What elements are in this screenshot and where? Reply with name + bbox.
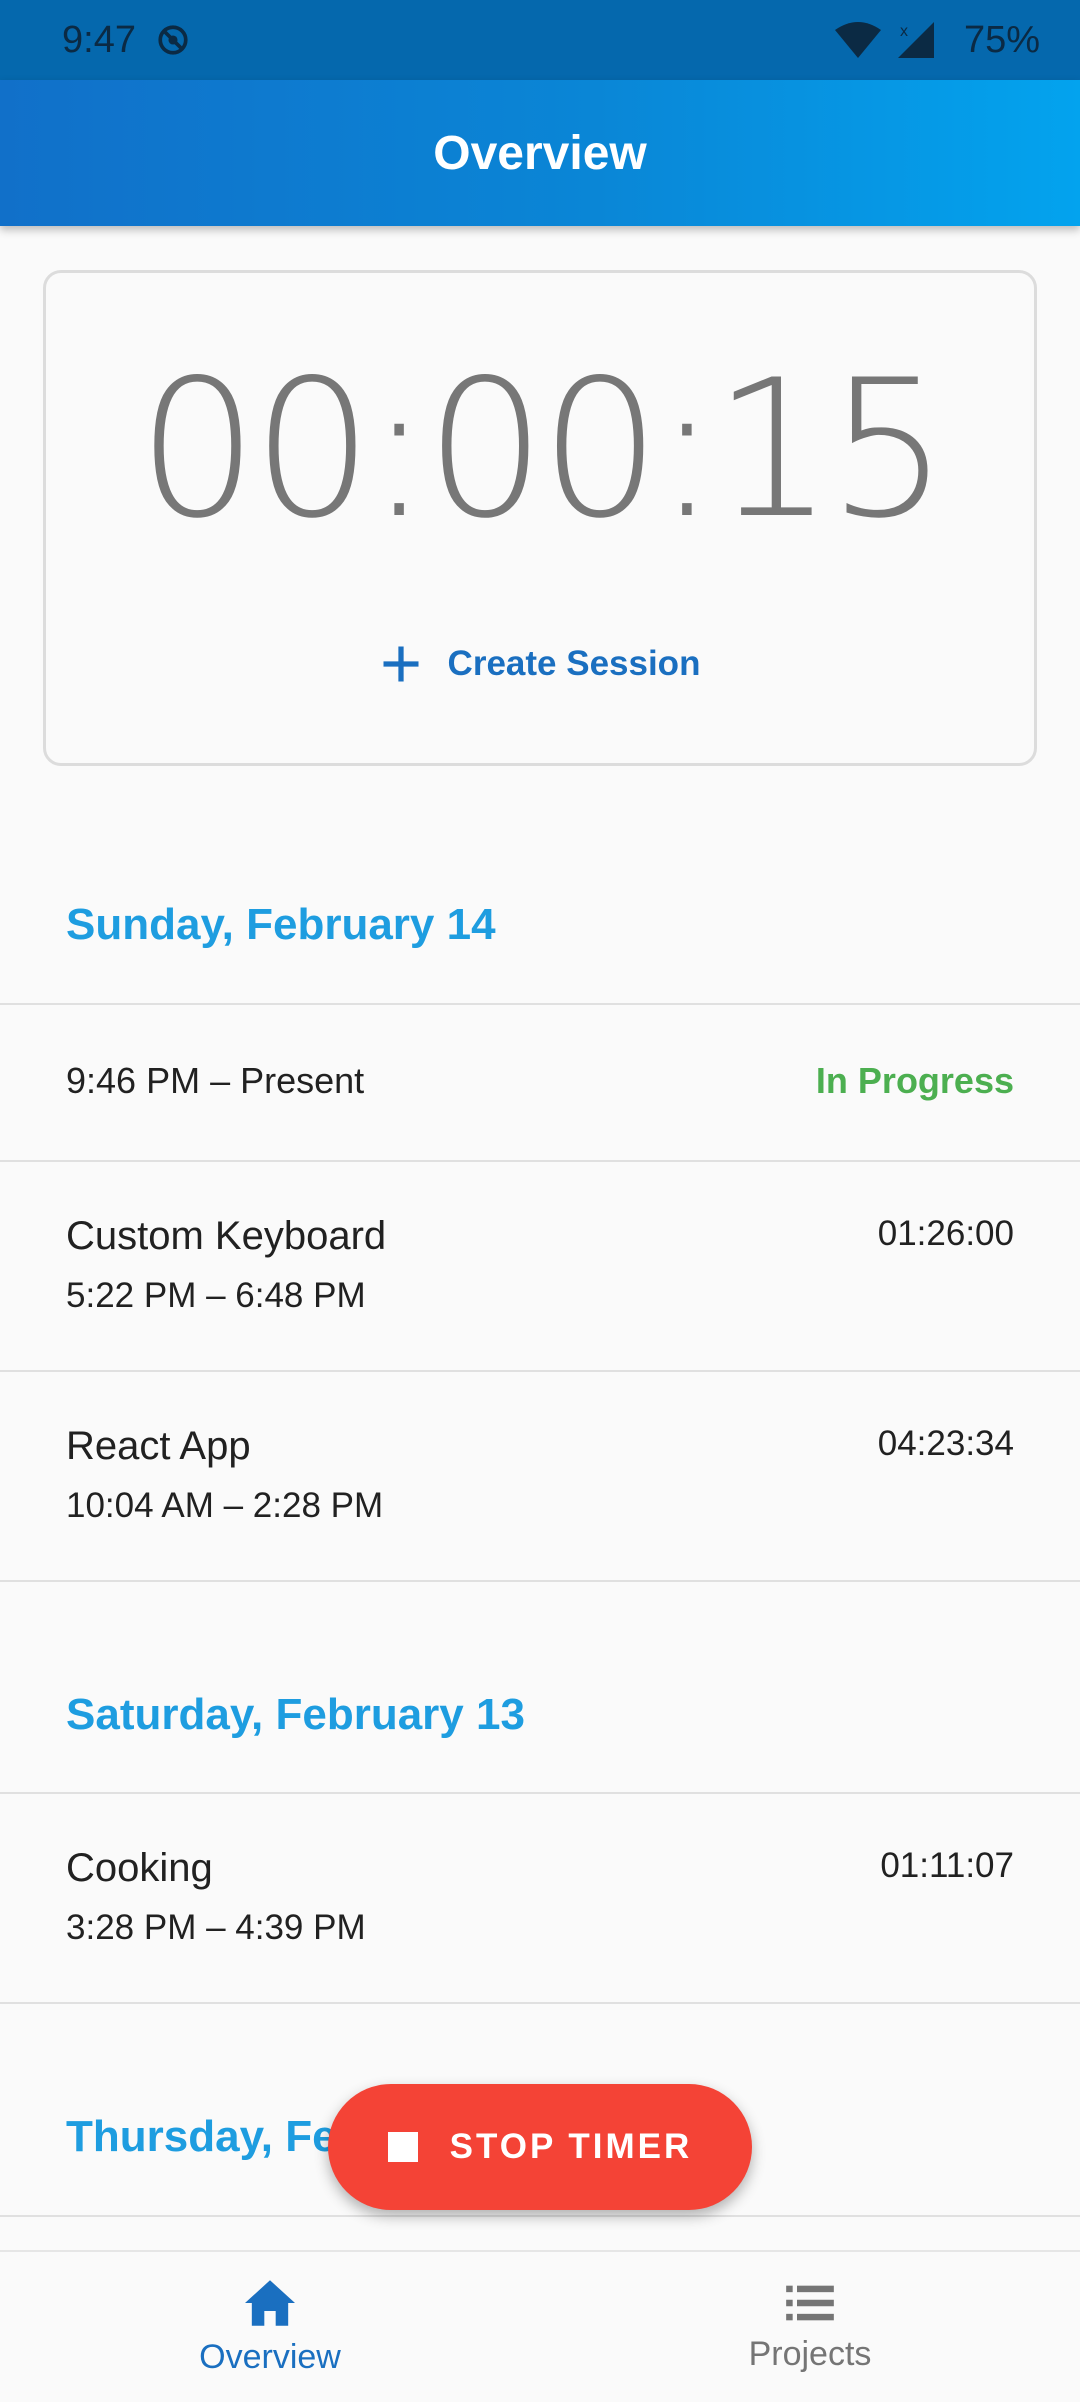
timer-card: 00:00:15 Create Session [43,270,1037,766]
do-not-disturb-icon [158,25,188,55]
session-duration: 01:26:00 [877,1214,1014,1253]
stop-timer-button[interactable]: STOP TIMER [328,2084,752,2210]
session-time-range: 5:22 PM – 6:48 PM [66,1276,366,1315]
page-title: Overview [433,126,647,180]
svg-text:x: x [900,23,908,40]
session-time-range: 3:28 PM – 4:39 PM [66,1908,366,1947]
stop-timer-label: STOP TIMER [449,2127,693,2166]
timer-display: 00:00:15 [137,339,948,560]
nav-item-overview[interactable]: Overview [0,2252,540,2402]
status-time: 9:47 [62,18,136,61]
session-title: Custom Keyboard [66,1214,387,1258]
nav-label-projects: Projects [748,2334,872,2373]
session-duration: 04:23:34 [877,1424,1014,1463]
section-header-sunday: Sunday, February 14 [66,900,496,949]
nav-item-projects[interactable]: Projects [540,2252,1080,2402]
status-bar: 9:47 x 75% [0,0,1080,80]
wifi-icon [834,22,881,58]
app-bar: Overview [0,80,1080,226]
divider [0,1580,1080,1582]
create-session-button[interactable]: Create Session [46,643,1034,685]
session-row-react-app[interactable]: React App 10:04 AM – 2:28 PM 04:23:34 [0,1372,1080,1580]
session-time-range: 9:46 PM – Present [66,1060,365,1101]
stop-icon [387,2132,418,2162]
home-icon [245,2279,295,2326]
status-badge: In Progress [815,1060,1014,1101]
battery-level: 75% [963,18,1040,61]
session-row-cooking[interactable]: Cooking 3:28 PM – 4:39 PM 01:11:07 [0,1794,1080,2002]
session-title: Cooking [66,1846,213,1890]
cell-signal-icon: x [897,22,934,58]
section-header-saturday: Saturday, February 13 [66,1690,525,1739]
session-row-custom-keyboard[interactable]: Custom Keyboard 5:22 PM – 6:48 PM 01:26:… [0,1162,1080,1370]
list-icon [786,2285,834,2320]
session-title: React App [66,1424,251,1468]
plus-icon [383,646,419,682]
session-row-in-progress[interactable]: 9:46 PM – Present In Progress [0,1005,1080,1160]
bottom-navigation: Overview Projects [0,2250,1080,2402]
divider [0,2215,1080,2217]
session-duration: 01:11:07 [880,1846,1014,1885]
create-session-label: Create Session [447,644,701,683]
nav-label-overview: Overview [199,2337,341,2376]
session-time-range: 10:04 AM – 2:28 PM [66,1486,384,1525]
divider [0,2002,1080,2004]
